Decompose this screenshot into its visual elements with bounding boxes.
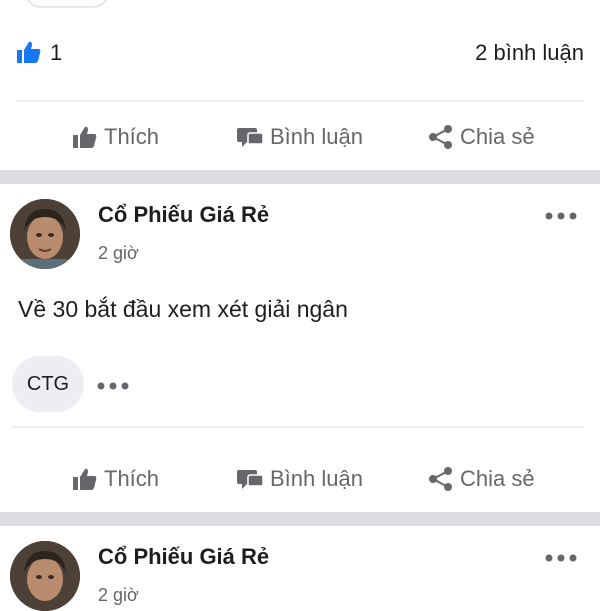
stock-tag-chip[interactable]: CTG <box>12 356 84 412</box>
share-icon <box>428 124 454 150</box>
share-button[interactable]: Chia sẻ <box>428 449 535 509</box>
like-button[interactable]: Thích <box>72 449 159 509</box>
avatar[interactable] <box>10 199 80 269</box>
post-text: Về 30 bắt đầu xem xét giải ngân <box>18 296 348 322</box>
comment-button[interactable]: Bình luận <box>236 449 363 509</box>
reactions-summary: 1 2 bình luận <box>0 30 600 74</box>
post-time[interactable]: 2 giờ <box>98 585 139 606</box>
comment-icon <box>236 125 264 149</box>
comment-label: Bình luận <box>270 124 363 149</box>
post-separator <box>0 512 600 526</box>
stock-tag-label: CTG <box>26 372 70 395</box>
more-icon[interactable] <box>544 550 578 562</box>
comment-label: Bình luận <box>270 466 363 491</box>
thumbs-up-icon <box>72 467 98 491</box>
thumbs-up-icon <box>72 125 98 149</box>
comment-button[interactable]: Bình luận <box>236 107 363 167</box>
post-action-bar: Thích Bình luận Chia sẻ <box>0 449 600 509</box>
post-time[interactable]: 2 giờ <box>98 243 139 264</box>
avatar[interactable] <box>10 541 80 611</box>
post-separator <box>0 170 600 184</box>
more-icon[interactable] <box>544 208 578 220</box>
like-button[interactable]: Thích <box>72 107 159 167</box>
share-label: Chia sẻ <box>460 124 535 149</box>
divider <box>16 100 584 102</box>
like-reaction-icon[interactable] <box>16 40 42 64</box>
post-action-bar: Thích Bình luận Chia sẻ <box>0 107 600 167</box>
like-label: Thích <box>104 124 160 149</box>
more-icon[interactable] <box>96 378 130 390</box>
previous-post-chip <box>25 0 109 8</box>
divider <box>12 426 584 428</box>
share-icon <box>428 466 454 492</box>
share-button[interactable]: Chia sẻ <box>428 107 535 167</box>
post-author[interactable]: Cổ Phiếu Giá Rẻ <box>98 544 269 570</box>
comment-count[interactable]: 2 bình luận <box>475 40 584 66</box>
comment-icon <box>236 467 264 491</box>
post-author[interactable]: Cổ Phiếu Giá Rẻ <box>98 202 269 228</box>
like-count[interactable]: 1 <box>50 40 62 66</box>
like-label: Thích <box>104 466 160 491</box>
share-label: Chia sẻ <box>460 466 535 491</box>
